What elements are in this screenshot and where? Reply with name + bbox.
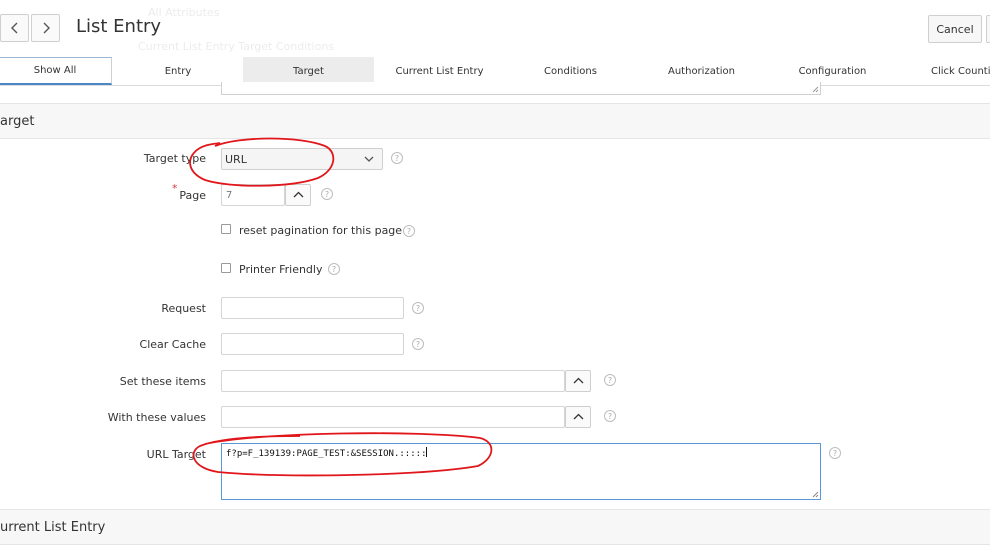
annotation-circle-url-target [192,432,493,477]
annotation-overlay [189,137,493,477]
annotation-circle-target-type [189,137,335,187]
